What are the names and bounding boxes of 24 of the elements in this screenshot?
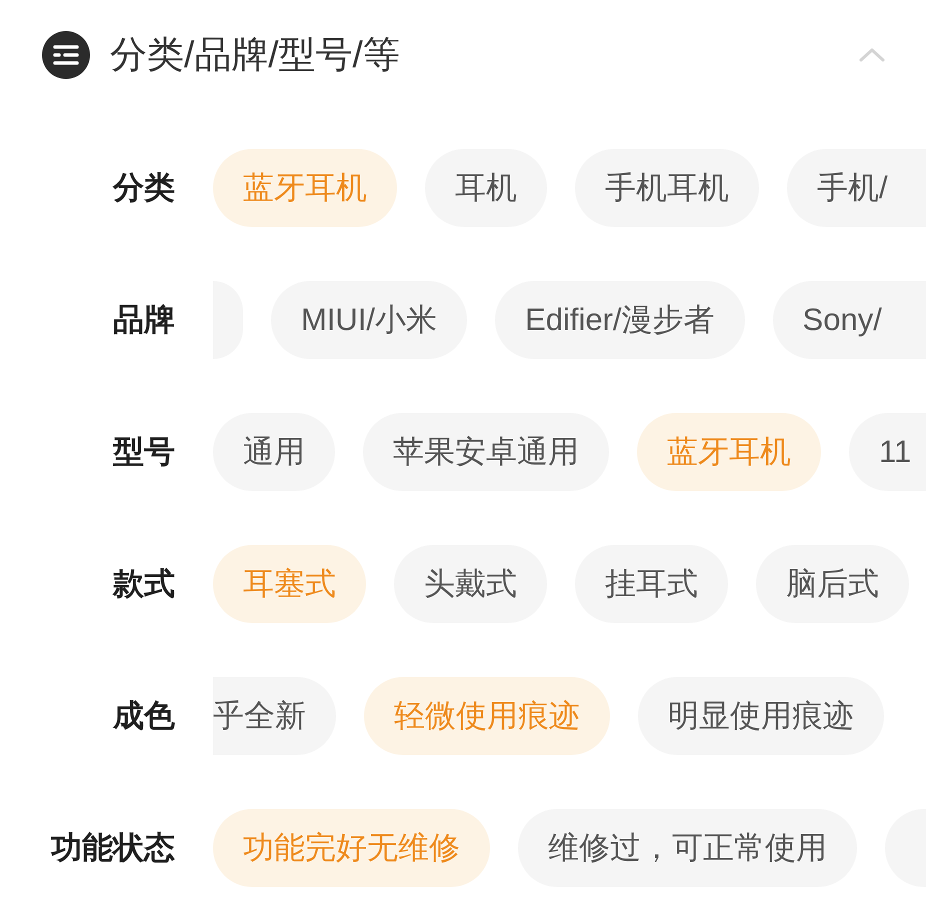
filter-chip[interactable]: 脑后式 <box>756 545 909 623</box>
filter-chip[interactable]: 手机/ <box>787 149 926 227</box>
filter-chip[interactable]: MIUI/小米 <box>271 281 468 359</box>
row-label: 成色 <box>113 697 175 735</box>
filter-chip[interactable]: 挂耳式 <box>575 545 728 623</box>
filter-chip[interactable]: 手机耳机 <box>575 149 759 227</box>
row-label: 功能状态 <box>51 829 175 867</box>
filter-chip[interactable]: 苹果安卓通用 <box>363 413 609 491</box>
row-label: 分类 <box>113 169 175 207</box>
filter-chip[interactable]: Sony/ <box>772 281 926 359</box>
filter-chip[interactable]: 乎全新 <box>213 677 336 755</box>
filter-chip[interactable]: 头戴式 <box>394 545 547 623</box>
filter-chip[interactable]: Edifier/漫步者 <box>495 281 745 359</box>
row-label: 款式 <box>113 565 175 603</box>
lines-circle-icon <box>42 31 90 79</box>
filter-chip[interactable]: 明显使用痕迹 <box>638 677 884 755</box>
chevron-up-icon[interactable] <box>858 47 886 63</box>
filter-chip[interactable]: 11 <box>849 413 926 491</box>
filter-chip[interactable]: 维修过，可正常使用 <box>518 809 857 887</box>
row-label: 品牌 <box>113 301 175 339</box>
row-label: 型号 <box>113 433 175 471</box>
filter-chip[interactable]: 耳机 <box>425 149 547 227</box>
section-title: 分类/品牌/型号/等 <box>110 33 400 77</box>
filter-chip[interactable]: 通用 <box>213 413 335 491</box>
